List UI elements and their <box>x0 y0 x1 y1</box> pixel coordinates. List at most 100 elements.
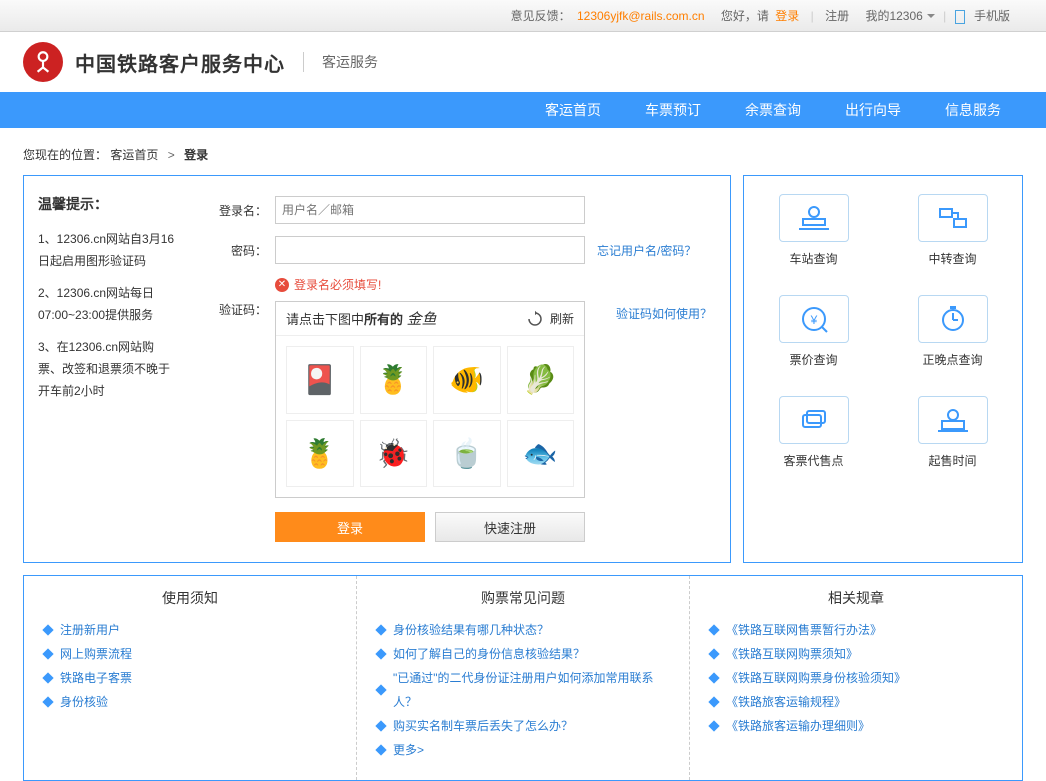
bottom-link[interactable]: 注册新用户 <box>60 618 120 642</box>
price-icon: ¥ <box>779 295 849 343</box>
diamond-icon <box>708 648 719 659</box>
nav-item-3[interactable]: 出行向导 <box>823 92 923 128</box>
outlet-icon <box>779 396 849 444</box>
captcha-image-cabbage[interactable]: 🥬 <box>507 346 575 414</box>
side-item-saletime[interactable]: 起售时间 <box>893 396 1012 469</box>
bottom-item: 如何了解自己的身份信息核验结果？ <box>377 642 669 666</box>
breadcrumb-home[interactable]: 客运首页 <box>110 148 158 162</box>
bottom-link[interactable]: "已通过"的二代身份证注册用户如何添加常用联系人？ <box>393 666 669 714</box>
diamond-icon <box>708 720 719 731</box>
side-item-label: 客票代售点 <box>754 452 873 469</box>
bottom-link[interactable]: 如何了解自己的身份信息核验结果？ <box>393 642 585 666</box>
bottom-item: 《铁路旅客运输办理细则》 <box>710 714 1002 738</box>
side-item-outlet[interactable]: 客票代售点 <box>754 396 873 469</box>
error-icon: ✕ <box>275 278 289 292</box>
bottom-item: "已通过"的二代身份证注册用户如何添加常用联系人？ <box>377 666 669 714</box>
side-item-station[interactable]: 车站查询 <box>754 194 873 267</box>
bottom-item: 购买实名制车票后丢失了怎么办？ <box>377 714 669 738</box>
quick-register-button[interactable]: 快速注册 <box>435 512 585 542</box>
login-panel: 温馨提示： 1、12306.cn网站自3月16日起启用图形验证码2、12306.… <box>23 175 731 563</box>
bottom-col-title: 相关规章 <box>710 588 1002 608</box>
side-item-ontime[interactable]: 正晚点查询 <box>893 295 1012 368</box>
bottom-item: 更多> <box>377 738 669 762</box>
forgot-link[interactable]: 忘记用户名/密码？ <box>597 242 696 259</box>
diamond-icon <box>375 648 386 659</box>
greeting-text: 您好，请 <box>721 9 769 23</box>
diamond-icon <box>42 696 53 707</box>
topbar: 意见反馈： 12306yjfk@rails.com.cn 您好，请 登录 | 注… <box>0 0 1046 32</box>
captcha-image-pineapple2[interactable]: 🍍 <box>286 420 354 488</box>
login-link[interactable]: 登录 <box>775 9 799 23</box>
bottom-link[interactable]: 《铁路旅客运输规程》 <box>726 690 846 714</box>
breadcrumb-current: 登录 <box>184 148 208 162</box>
username-label: 登录名： <box>207 202 267 219</box>
username-input[interactable] <box>275 196 585 224</box>
nav-item-4[interactable]: 信息服务 <box>923 92 1023 128</box>
tips-sidebar: 温馨提示： 1、12306.cn网站自3月16日起启用图形验证码2、12306.… <box>24 176 189 562</box>
bottom-col-title: 购票常见问题 <box>377 588 669 608</box>
side-item-label: 中转查询 <box>893 250 1012 267</box>
tips-heading: 温馨提示： <box>38 194 175 214</box>
login-form: 登录名： 密码： 忘记用户名/密码？ ✕ 登录名必须填写! 验证码： <box>189 176 730 562</box>
bottom-link[interactable]: 《铁路旅客运输办理细则》 <box>726 714 870 738</box>
bottom-item: 身份核验结果有哪几种状态？ <box>377 618 669 642</box>
nav-item-2[interactable]: 余票查询 <box>723 92 823 128</box>
mobile-link[interactable]: 手机版 <box>974 9 1010 23</box>
captcha-image-ladybug[interactable]: 🐞 <box>360 420 428 488</box>
captcha-image-bowl[interactable]: 🍵 <box>433 420 501 488</box>
nav-item-1[interactable]: 车票预订 <box>623 92 723 128</box>
password-input[interactable] <box>275 236 585 264</box>
bottom-link[interactable]: 购买实名制车票后丢失了怎么办？ <box>393 714 573 738</box>
bottom-item: 铁路电子客票 <box>44 666 336 690</box>
captcha-label: 验证码： <box>207 301 267 318</box>
feedback-email-link[interactable]: 12306yjfk@rails.com.cn <box>577 9 705 23</box>
bottom-link[interactable]: 网上购票流程 <box>60 642 132 666</box>
bottom-panel: 使用须知注册新用户网上购票流程铁路电子客票身份核验购票常见问题身份核验结果有哪几… <box>23 575 1023 781</box>
captcha-help-link[interactable]: 验证码如何使用？ <box>616 305 712 322</box>
diamond-icon <box>42 648 53 659</box>
error-row: ✕ 登录名必须填写! <box>275 276 712 293</box>
diamond-icon <box>375 720 386 731</box>
bottom-link[interactable]: 《铁路互联网售票暂行办法》 <box>726 618 882 642</box>
captcha-target: 金鱼 <box>407 312 437 328</box>
diamond-icon <box>375 684 386 695</box>
diamond-icon <box>708 672 719 683</box>
mobile-icon <box>955 10 965 24</box>
captcha-image-goldfish[interactable]: 🐠 <box>433 346 501 414</box>
bottom-link[interactable]: 铁路电子客票 <box>60 666 132 690</box>
nav-item-0[interactable]: 客运首页 <box>523 92 623 128</box>
breadcrumb: 您现在的位置： 客运首页 > 登录 <box>23 128 1023 175</box>
captcha-image-card[interactable]: 🎴 <box>286 346 354 414</box>
bottom-link[interactable]: 《铁路互联网购票身份核验须知》 <box>726 666 906 690</box>
side-item-price[interactable]: ¥票价查询 <box>754 295 873 368</box>
tip-1: 2、12306.cn网站每日07:00~23:00提供服务 <box>38 282 175 326</box>
tip-2: 3、在12306.cn网站购票、改签和退票须不晚于开车前2小时 <box>38 336 175 402</box>
my12306-dropdown[interactable]: 我的12306 <box>865 0 934 32</box>
login-button[interactable]: 登录 <box>275 512 425 542</box>
bottom-col-1: 购票常见问题身份核验结果有哪几种状态？如何了解自己的身份信息核验结果？"已通过"… <box>356 576 689 780</box>
header: 中国铁路客户服务中心 客运服务 <box>23 32 1023 92</box>
bottom-col-2: 相关规章《铁路互联网售票暂行办法》《铁路互联网购票须知》《铁路互联网购票身份核验… <box>689 576 1022 780</box>
diamond-icon <box>708 624 719 635</box>
logo[interactable]: 中国铁路客户服务中心 客运服务 <box>23 42 378 82</box>
refresh-icon[interactable] <box>526 310 544 328</box>
captcha-image-pineapple[interactable]: 🍍 <box>360 346 428 414</box>
bottom-item: 《铁路互联网售票暂行办法》 <box>710 618 1002 642</box>
bottom-link[interactable]: 身份核验结果有哪几种状态？ <box>393 618 549 642</box>
captcha-image-goldfish2[interactable]: 🐟 <box>507 420 575 488</box>
bottom-link[interactable]: 《铁路互联网购票须知》 <box>726 642 858 666</box>
side-item-label: 起售时间 <box>893 452 1012 469</box>
refresh-text[interactable]: 刷新 <box>550 310 574 327</box>
bottom-link[interactable]: 更多> <box>393 738 424 762</box>
bottom-link[interactable]: 身份核验 <box>60 690 108 714</box>
bottom-item: 《铁路互联网购票须知》 <box>710 642 1002 666</box>
saletime-icon <box>918 396 988 444</box>
register-link[interactable]: 注册 <box>825 9 849 23</box>
side-item-transfer[interactable]: 中转查询 <box>893 194 1012 267</box>
bottom-item: 网上购票流程 <box>44 642 336 666</box>
diamond-icon <box>42 624 53 635</box>
captcha-prompt: 请点击下图中所有的 金鱼 <box>286 308 526 329</box>
bottom-item: 《铁路旅客运输规程》 <box>710 690 1002 714</box>
diamond-icon <box>42 672 53 683</box>
logo-subtitle: 客运服务 <box>303 52 378 72</box>
